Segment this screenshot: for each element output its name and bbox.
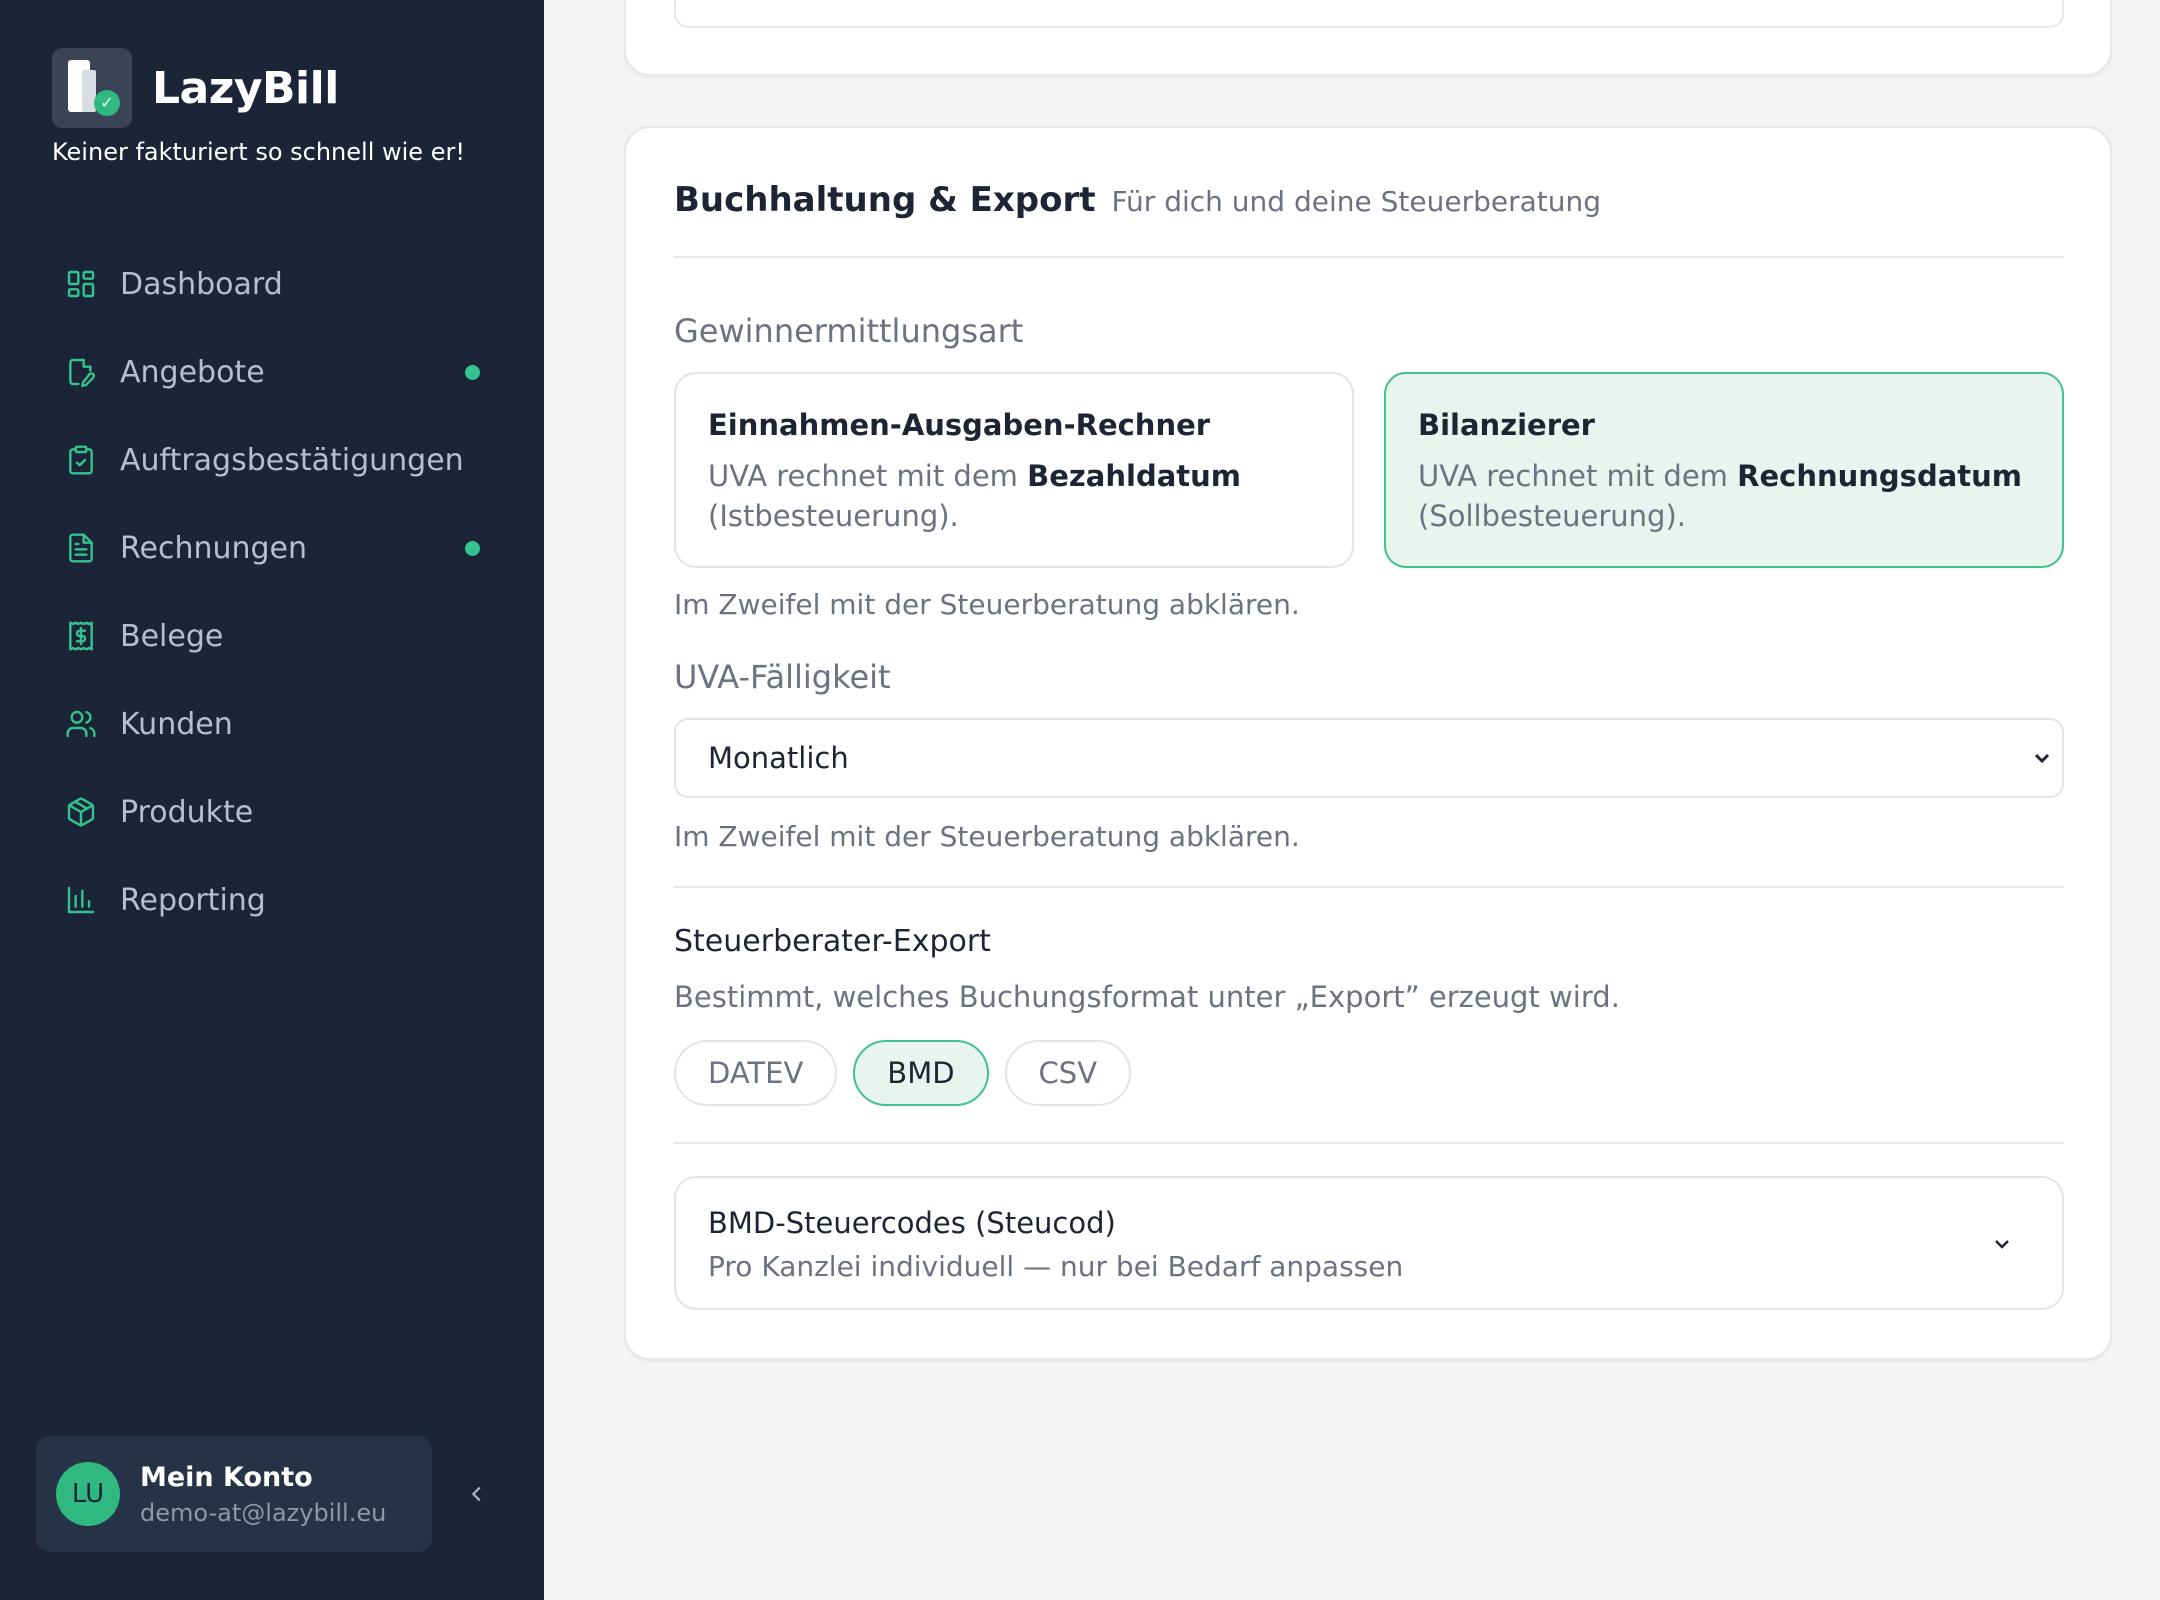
format-pill-csv[interactable]: CSV	[1004, 1040, 1132, 1106]
sidebar-item-label: Rechnungen	[120, 530, 308, 566]
tax-advisor-export-heading: Steuerberater-Export	[674, 924, 991, 959]
option-title: Bilanzierer	[1418, 408, 1595, 442]
previous-settings-card	[624, 0, 2112, 76]
sidebar-item-label: Kunden	[120, 706, 233, 742]
divider	[674, 256, 2064, 258]
accordion-title: BMD-Steuercodes (Steucod)	[708, 1206, 1116, 1240]
format-pill-bmd[interactable]: BMD	[853, 1040, 989, 1106]
tax-advisor-export-description: Bestimmt, welches Buchungsformat unter „…	[674, 980, 1620, 1014]
uva-due-select[interactable]: Monatlich	[674, 718, 2064, 798]
option-title: Einnahmen-Ausgaben-Rechner	[708, 408, 1211, 442]
sidebar-item-angebote[interactable]: Angebote	[44, 328, 504, 416]
option-description: UVA rechnet mit dem Rechnungsdatum (Sollb…	[1418, 459, 2023, 533]
sidebar-item-label: Angebote	[120, 354, 265, 390]
export-format-selector: DATEV BMD CSV	[674, 1040, 1132, 1106]
sidebar-item-produkte[interactable]: Produkte	[44, 768, 504, 856]
card-title: Buchhaltung & Export	[674, 180, 1096, 220]
sidebar-item-reporting[interactable]: Reporting	[44, 856, 504, 944]
chevron-down-icon	[1990, 1232, 2014, 1256]
notification-dot	[465, 364, 480, 380]
file-text-icon	[64, 531, 98, 565]
sidebar-item-label: Reporting	[120, 882, 266, 918]
accordion-subtitle: Pro Kanzlei individuell — nur bei Bedarf…	[708, 1250, 1404, 1283]
uva-due-label: UVA-Fälligkeit	[674, 658, 891, 696]
card-subtitle: Für dich und deine Steuerberatung	[1111, 185, 1602, 218]
avatar: LU	[56, 1462, 120, 1526]
option-bilanzierer[interactable]: Bilanzierer UVA rechnet mit dem Rechnung…	[1384, 372, 2064, 568]
brand[interactable]: ✓ LazyBill	[52, 48, 339, 128]
sidebar-nav: Dashboard Angebote Auftragsbestätigungen…	[44, 240, 504, 944]
divider	[674, 1142, 2064, 1144]
sidebar: ✓ LazyBill Keiner fakturiert so schnell …	[0, 0, 544, 1600]
clipboard-check-icon	[64, 443, 98, 477]
document-pen-icon	[64, 355, 98, 389]
sidebar-item-dashboard[interactable]: Dashboard	[44, 240, 504, 328]
package-icon	[64, 795, 98, 829]
users-icon	[64, 707, 98, 741]
dashboard-icon	[64, 267, 98, 301]
sidebar-item-belege[interactable]: Belege	[44, 592, 504, 680]
bmd-tax-codes-accordion[interactable]: BMD-Steuercodes (Steucod) Pro Kanzlei in…	[674, 1176, 2064, 1310]
profit-method-hint: Im Zweifel mit der Steuerberatung abklär…	[674, 588, 1300, 621]
chevron-left-icon	[471, 1486, 481, 1502]
sidebar-item-label: Produkte	[120, 794, 254, 830]
sidebar-item-rechnungen[interactable]: Rechnungen	[44, 504, 504, 592]
bar-chart-icon	[64, 883, 98, 917]
uva-due-value: Monatlich	[708, 741, 849, 775]
divider	[674, 886, 2064, 888]
collapse-sidebar-button[interactable]	[462, 1474, 492, 1514]
previous-field	[674, 0, 2064, 28]
sidebar-item-label: Auftragsbestätigungen	[120, 442, 464, 478]
notification-dot	[465, 540, 480, 556]
chevron-down-icon	[2030, 746, 2054, 770]
accounting-export-card: Buchhaltung & Export Für dich und deine …	[624, 126, 2112, 1360]
brand-name: LazyBill	[152, 62, 339, 114]
option-einnahmen-ausgaben-rechner[interactable]: Einnahmen-Ausgaben-Rechner UVA rechnet m…	[674, 372, 1354, 568]
receipt-dollar-icon	[64, 619, 98, 653]
card-header: Buchhaltung & Export Für dich und deine …	[674, 180, 1601, 220]
account-name: Mein Konto	[140, 1461, 313, 1493]
account-email: demo-at@lazybill.eu	[140, 1498, 387, 1527]
option-description: UVA rechnet mit dem Bezahldatum (Istbeste…	[708, 459, 1242, 533]
profit-method-label: Gewinnermittlungsart	[674, 312, 1024, 350]
brand-tagline: Keiner fakturiert so schnell wie er!	[52, 138, 465, 166]
format-pill-datev[interactable]: DATEV	[674, 1040, 838, 1106]
account-card[interactable]: LU Mein Konto demo-at@lazybill.eu	[36, 1436, 432, 1552]
uva-due-hint: Im Zweifel mit der Steuerberatung abklär…	[674, 820, 1300, 853]
sidebar-item-label: Dashboard	[120, 266, 283, 302]
sidebar-item-auftragsbestaetigungen[interactable]: Auftragsbestätigungen	[44, 416, 504, 504]
sidebar-item-label: Belege	[120, 618, 224, 654]
lazybill-logo-icon: ✓	[52, 48, 132, 128]
sidebar-item-kunden[interactable]: Kunden	[44, 680, 504, 768]
